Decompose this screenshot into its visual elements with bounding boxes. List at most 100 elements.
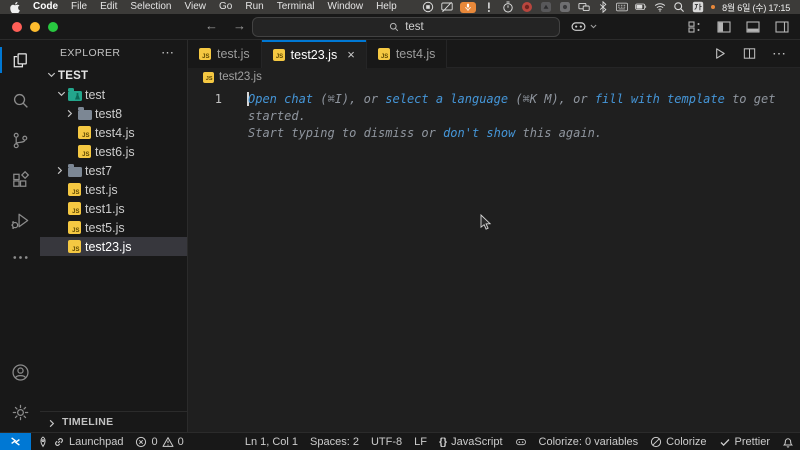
- breadcrumb[interactable]: test23.js: [188, 68, 800, 86]
- status-colorize-variables[interactable]: Colorize: 0 variables: [533, 433, 645, 450]
- apple-logo-icon[interactable]: [10, 1, 21, 13]
- ghost-text: (⌘I), or: [313, 92, 386, 106]
- menu-item-window[interactable]: Window: [328, 1, 364, 12]
- keyboard-icon[interactable]: [616, 1, 628, 13]
- minimize-window-button[interactable]: [30, 22, 40, 32]
- screen-mirroring-icon[interactable]: [441, 1, 453, 13]
- js-file-icon: [68, 183, 81, 196]
- activity-more-views[interactable]: [0, 240, 40, 274]
- tree-item-test.js[interactable]: test.js: [40, 180, 187, 199]
- tree-item-test4.js[interactable]: test4.js: [40, 123, 187, 142]
- ghost-link[interactable]: select a language: [385, 92, 508, 106]
- mic-active-icon[interactable]: [460, 1, 477, 13]
- app-dark-icon[interactable]: [540, 1, 552, 13]
- tree-item-test[interactable]: test: [40, 85, 187, 104]
- status-text: Colorize: 0 variables: [538, 435, 639, 448]
- tab-test23.js[interactable]: test23.js ×: [261, 40, 367, 69]
- toggle-primary-sidebar-icon[interactable]: [716, 19, 732, 35]
- ime-icon[interactable]: [692, 1, 704, 13]
- app-red-icon[interactable]: [521, 1, 533, 13]
- activity-settings[interactable]: [0, 392, 40, 432]
- customize-layout-icon[interactable]: [687, 19, 703, 35]
- app-gray-icon[interactable]: [559, 1, 571, 13]
- tab-label: test.js: [217, 47, 250, 61]
- status-notifications[interactable]: [776, 433, 800, 450]
- status-remote-indicator[interactable]: [0, 433, 31, 450]
- tab-label: test23.js: [290, 47, 338, 62]
- status-text: 0: [151, 435, 158, 448]
- status-encoding[interactable]: UTF-8: [365, 433, 408, 450]
- battery-icon[interactable]: [635, 1, 647, 13]
- js-file-icon: [78, 126, 91, 139]
- close-icon[interactable]: ×: [347, 48, 355, 61]
- activity-run-debug[interactable]: [0, 200, 40, 240]
- menu-item-run[interactable]: Run: [245, 1, 263, 12]
- ghost-link[interactable]: don't show: [443, 126, 515, 140]
- status-colorize[interactable]: Colorize: [644, 433, 712, 450]
- toggle-secondary-sidebar-icon[interactable]: [774, 19, 790, 35]
- menu-item-selection[interactable]: Selection: [130, 1, 171, 12]
- menu-item-help[interactable]: Help: [376, 1, 397, 12]
- remote-icon: [8, 435, 23, 448]
- activity-extensions[interactable]: [0, 160, 40, 200]
- chevron-down-icon: [45, 69, 57, 83]
- more-actions-icon[interactable]: ⋯: [772, 45, 787, 62]
- chevron-right-icon: [54, 165, 68, 177]
- record-icon[interactable]: [422, 1, 434, 13]
- menu-item-go[interactable]: Go: [219, 1, 232, 12]
- status-indentation[interactable]: Spaces: 2: [304, 433, 365, 450]
- explorer-more-actions-button[interactable]: ⋯: [161, 46, 175, 59]
- status-prettier[interactable]: Prettier: [713, 433, 776, 450]
- status-language-mode[interactable]: {} JavaScript: [433, 433, 509, 450]
- tree-item-label: test1.js: [85, 201, 125, 216]
- run-icon[interactable]: [712, 46, 727, 61]
- bluetooth-icon[interactable]: [597, 1, 609, 13]
- tab-test4.js[interactable]: test4.js: [366, 40, 448, 68]
- menubar-clock[interactable]: 8월 6일 (수) 17:15: [722, 1, 790, 14]
- tree-item-test6.js[interactable]: test6.js: [40, 142, 187, 161]
- tree-item-test1.js[interactable]: test1.js: [40, 199, 187, 218]
- menu-item-code[interactable]: Code: [33, 1, 58, 12]
- copilot-menu[interactable]: [570, 18, 598, 35]
- tree-item-test8[interactable]: test8: [40, 104, 187, 123]
- menu-item-view[interactable]: View: [185, 1, 207, 12]
- zoom-window-button[interactable]: [48, 22, 58, 32]
- menu-item-terminal[interactable]: Terminal: [277, 1, 315, 12]
- ghost-link[interactable]: fill with template: [595, 92, 725, 106]
- exclamation-icon[interactable]: [483, 1, 495, 13]
- tree-item-icon-slot: [78, 145, 95, 158]
- navigate-forward-button[interactable]: →: [233, 18, 246, 33]
- link-icon: [53, 436, 65, 448]
- status-eol[interactable]: LF: [408, 433, 433, 450]
- tree-item-test7[interactable]: test7: [40, 161, 187, 180]
- spotlight-icon[interactable]: [673, 1, 685, 13]
- split-editor-icon[interactable]: [742, 46, 757, 61]
- macos-menubar: Code File Edit Selection View Go Run Terminal Wi…: [0, 0, 800, 14]
- command-center-search[interactable]: test: [252, 17, 560, 37]
- status-launchpad[interactable]: Launchpad: [31, 433, 129, 450]
- activity-search[interactable]: [0, 80, 40, 120]
- timeline-section-header[interactable]: TIMELINE: [40, 411, 187, 432]
- wifi-icon[interactable]: [654, 1, 666, 13]
- window-icon[interactable]: [578, 1, 590, 13]
- tab-test.js[interactable]: test.js: [188, 40, 262, 68]
- navigate-back-button[interactable]: ←: [205, 18, 218, 33]
- activity-accounts[interactable]: [0, 352, 40, 392]
- menu-item-edit[interactable]: Edit: [100, 1, 117, 12]
- menu-item-file[interactable]: File: [71, 1, 87, 12]
- activity-source-control[interactable]: [0, 120, 40, 160]
- editor-content[interactable]: 1 Open chat (⌘I), or select a language (…: [188, 86, 800, 432]
- activity-explorer[interactable]: [0, 40, 40, 80]
- tree-item-test5.js[interactable]: test5.js: [40, 218, 187, 237]
- toggle-panel-icon[interactable]: [745, 19, 761, 35]
- tree-item-TEST[interactable]: TEST: [40, 66, 187, 85]
- placeholder-ghost-text: Open chat (⌘I), or select a language (⌘K…: [248, 91, 792, 142]
- ghost-link[interactable]: Open chat: [248, 92, 313, 106]
- status-problems[interactable]: 00: [129, 433, 189, 450]
- js-file-icon: [78, 145, 91, 158]
- tree-item-test23.js[interactable]: test23.js: [40, 237, 187, 256]
- status-copilot-status[interactable]: [509, 433, 533, 450]
- close-window-button[interactable]: [12, 22, 22, 32]
- timer-icon[interactable]: [502, 1, 514, 13]
- status-cursor-position[interactable]: Ln 1, Col 1: [239, 433, 304, 450]
